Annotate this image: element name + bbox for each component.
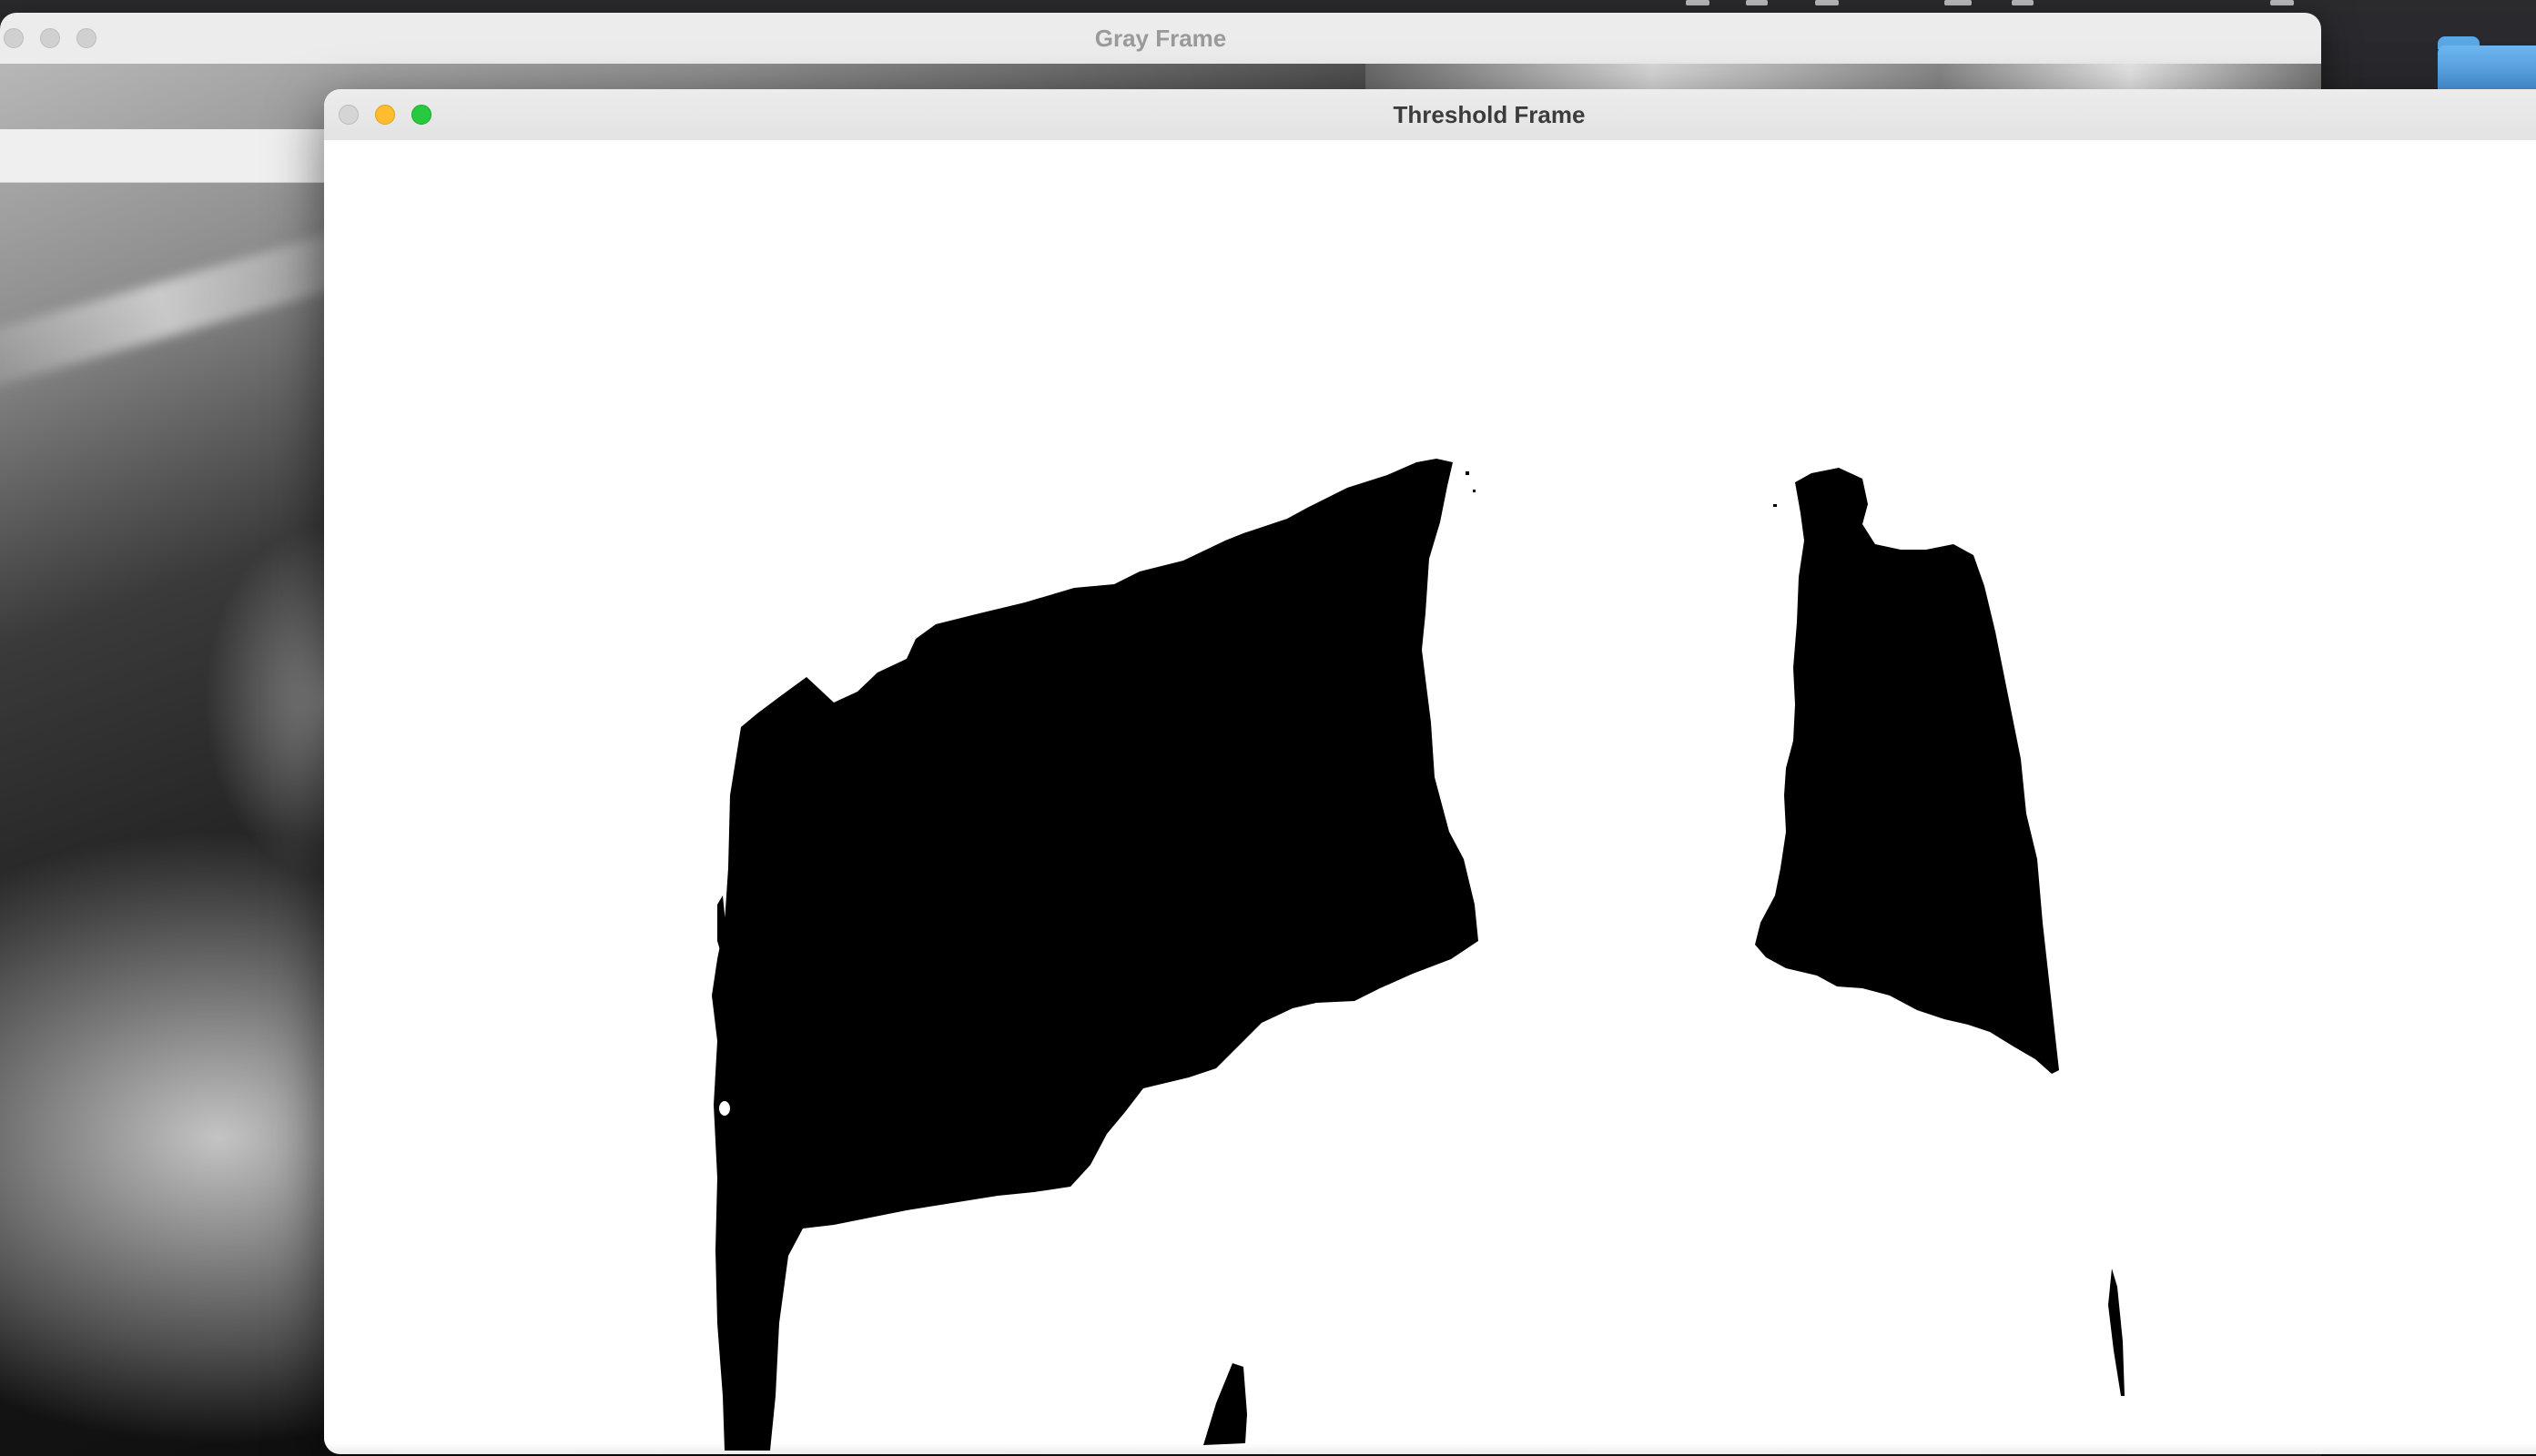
desktop: Gray Frame Threshold Frame [0, 0, 2536, 1456]
gray-frame-titlebar[interactable]: Gray Frame [0, 13, 2321, 65]
window-shadow [324, 1443, 2536, 1454]
menu-extra-icon[interactable] [1815, 0, 1839, 5]
threshold-frame-titlebar[interactable]: Threshold Frame [324, 89, 2536, 141]
mask-region [1473, 490, 1476, 492]
menu-extra-icon[interactable] [2270, 0, 2294, 5]
mask-region [1466, 471, 1469, 475]
mask-region [1436, 508, 1439, 511]
threshold-frame-window[interactable]: Threshold Frame [324, 89, 2536, 1454]
mask-region [719, 1101, 730, 1116]
menu-extra-icon[interactable] [2012, 0, 2034, 5]
menu-bar [0, 0, 2536, 13]
threshold-frame-image [324, 140, 2536, 1454]
window-title: Gray Frame [1094, 25, 1227, 52]
mask-region [1773, 504, 1777, 507]
mask-region [712, 459, 1478, 1451]
menu-extra-icon[interactable] [1686, 0, 1709, 5]
gray-frame-toolbar [0, 129, 328, 183]
menu-extra-icon[interactable] [1944, 0, 1972, 5]
window-title: Threshold Frame [1393, 101, 1586, 128]
threshold-mask [712, 459, 2125, 1451]
mask-region [2108, 1269, 2125, 1396]
menu-extra-icon[interactable] [1746, 0, 1768, 5]
mask-region [1203, 1363, 1247, 1445]
folder-icon[interactable] [2438, 36, 2536, 100]
mask-region [1755, 468, 2059, 1074]
